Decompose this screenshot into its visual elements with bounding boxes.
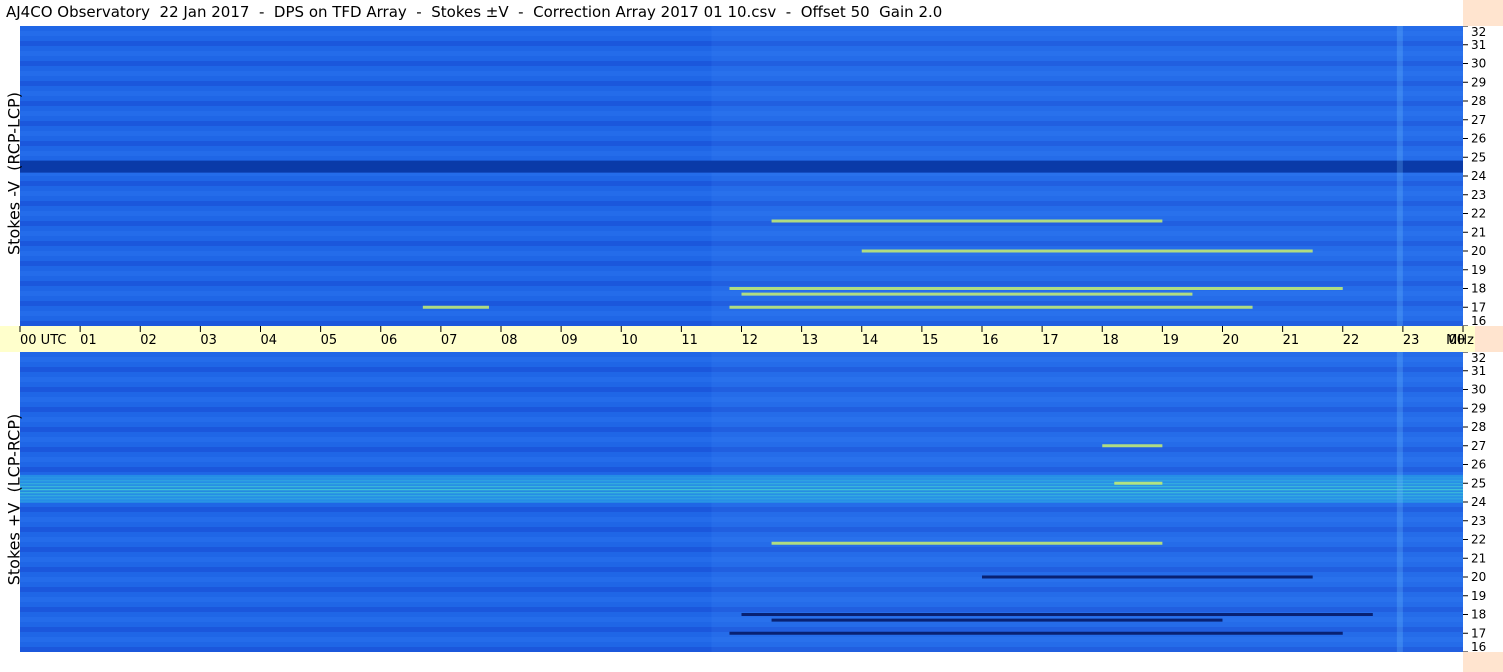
time-tick-label: 19 — [1162, 333, 1179, 348]
chart-title: AJ4CO Observatory 22 Jan 2017 - DPS on T… — [6, 3, 943, 21]
frequency-tick-label: 23 — [1471, 188, 1486, 202]
time-tick-label: 14 — [862, 333, 879, 348]
frequency-tick-label: 21 — [1471, 225, 1486, 239]
top-frequency-scale-svg: 3231302928272625242322212019181716 — [1463, 25, 1486, 328]
time-tick-label: 00 UTC — [20, 333, 66, 348]
vertical-interference — [1396, 352, 1403, 652]
bright-emission-trace — [771, 541, 1163, 545]
time-tick-label: 20 — [1223, 333, 1240, 348]
bright-frequency-band-line — [20, 485, 1463, 488]
utc-time-axis-svg: 00 UTC 01 02 03 04 05 06 07 08 09 10 11 12 13 14 15 16 17… — [19, 326, 1474, 348]
frequency-tick-label: 23 — [1471, 514, 1486, 528]
frequency-tick-label: 21 — [1471, 551, 1486, 565]
bright-emission-trace — [861, 249, 1313, 253]
bright-frequency-band-line — [20, 479, 1463, 482]
frequency-tick-label: 26 — [1471, 458, 1486, 472]
bright-emission-trace — [729, 305, 1253, 309]
time-tick-label: 06 — [381, 333, 398, 348]
time-tick-label: 04 — [261, 333, 278, 348]
frequency-tick-label: 19 — [1471, 263, 1486, 277]
frequency-tick-label: 25 — [1471, 476, 1486, 490]
bottom-spectrogram-svg — [20, 352, 1463, 652]
bright-emission-trace — [1102, 444, 1163, 448]
time-tick-label: 18 — [1102, 333, 1119, 348]
frequency-tick-label: 17 — [1471, 300, 1486, 314]
frequency-tick-label: 20 — [1471, 244, 1486, 258]
frequency-tick-label: 29 — [1471, 401, 1486, 415]
frequency-tick-label: 25 — [1471, 150, 1486, 164]
frequency-tick-label: 22 — [1471, 533, 1486, 547]
time-tick-label: 12 — [742, 333, 759, 348]
frequency-tick-label: 31 — [1471, 38, 1486, 52]
time-tick-label: 22 — [1343, 333, 1360, 348]
bright-frequency-band-line — [20, 482, 1463, 485]
dark-emission-trace — [982, 575, 1313, 579]
bright-frequency-band-line — [20, 488, 1463, 491]
time-tick-label: 05 — [321, 333, 338, 348]
frequency-tick-label: 28 — [1471, 420, 1486, 434]
time-tick-label: 13 — [802, 333, 819, 348]
time-tick-label: 01 — [80, 333, 97, 348]
daytime-noise-region — [711, 26, 1463, 326]
time-tick-label: 23 — [1403, 333, 1420, 348]
time-tick-label: 10 — [621, 333, 638, 348]
time-tick-label: 17 — [1042, 333, 1059, 348]
top-spectrogram-svg — [20, 26, 1463, 326]
time-tick-label: 07 — [441, 333, 458, 348]
frequency-tick-label: 27 — [1471, 113, 1486, 127]
frequency-tick-label: 18 — [1471, 282, 1486, 296]
bottom-frequency-scale-svg: 3231302928272625242322212019181716 — [1463, 351, 1486, 654]
vertical-interference — [1396, 26, 1403, 326]
bright-frequency-band-line — [20, 497, 1463, 500]
frequency-tick-label: 20 — [1471, 570, 1486, 584]
time-tick-label: 16 — [982, 333, 999, 348]
frequency-tick-label: 29 — [1471, 75, 1486, 89]
time-tick-label: 02 — [140, 333, 157, 348]
frequency-tick-label: 30 — [1471, 383, 1486, 397]
dark-emission-trace — [741, 613, 1373, 616]
time-tick-label: 11 — [681, 333, 698, 348]
bright-frequency-band-line — [20, 500, 1463, 503]
dark-frequency-band — [20, 160, 1463, 173]
frequency-tick-label: 26 — [1471, 132, 1486, 146]
dark-emission-trace — [729, 631, 1343, 635]
frequency-tick-label: 22 — [1471, 207, 1486, 221]
top-spectrogram — [20, 26, 1463, 326]
bright-emission-trace — [422, 305, 489, 309]
time-tick-label: 15 — [922, 333, 939, 348]
frequency-unit-label: MHz — [1446, 333, 1474, 348]
frequency-tick-label: 27 — [1471, 439, 1486, 453]
bright-frequency-band-line — [20, 491, 1463, 494]
bottom-frequency-scale: 32 31 30 29 28 27 26 25 24 23 22 21 20 19 18 17 16 — [1463, 351, 1503, 654]
time-tick-label: 08 — [501, 333, 518, 348]
time-tick-label: 03 — [200, 333, 217, 348]
frequency-tick-label: 30 — [1471, 57, 1486, 71]
time-tick-label: 21 — [1283, 333, 1300, 348]
frequency-tick-label: 17 — [1471, 626, 1486, 640]
frequency-tick-label: 24 — [1471, 169, 1486, 183]
frequency-tick-label: 31 — [1471, 364, 1486, 378]
bright-frequency-band-line — [20, 494, 1463, 497]
bottom-spectrogram — [20, 352, 1463, 652]
dark-emission-trace — [771, 618, 1223, 622]
utc-time-axis: 00 UTC 01 02 03 04 05 06 07 08 09 10 11 12 13 14 15 16 17… — [0, 326, 1475, 352]
frequency-tick-label: 24 — [1471, 495, 1486, 509]
top-frequency-scale: 32 31 30 29 28 27 26 25 24 23 22 21 20 19 18 17 16 — [1463, 25, 1503, 328]
frequency-tick-label: 16 — [1471, 640, 1486, 652]
bright-frequency-band-line — [20, 476, 1463, 479]
frequency-tick-label: 28 — [1471, 94, 1486, 108]
frequency-tick-label: 18 — [1471, 608, 1486, 622]
frequency-tick-label: 16 — [1471, 314, 1486, 326]
frequency-tick-label: 19 — [1471, 589, 1486, 603]
bright-emission-trace — [1114, 481, 1163, 485]
bright-emission-trace — [729, 287, 1343, 290]
bottom-ylabel: Stokes +V (LCP-RCP) — [4, 413, 24, 586]
bright-emission-trace — [771, 219, 1163, 223]
time-tick-label: 09 — [561, 333, 578, 348]
bright-emission-trace — [741, 292, 1193, 296]
top-ylabel: Stokes -V (RCP-LCP) — [4, 92, 24, 255]
